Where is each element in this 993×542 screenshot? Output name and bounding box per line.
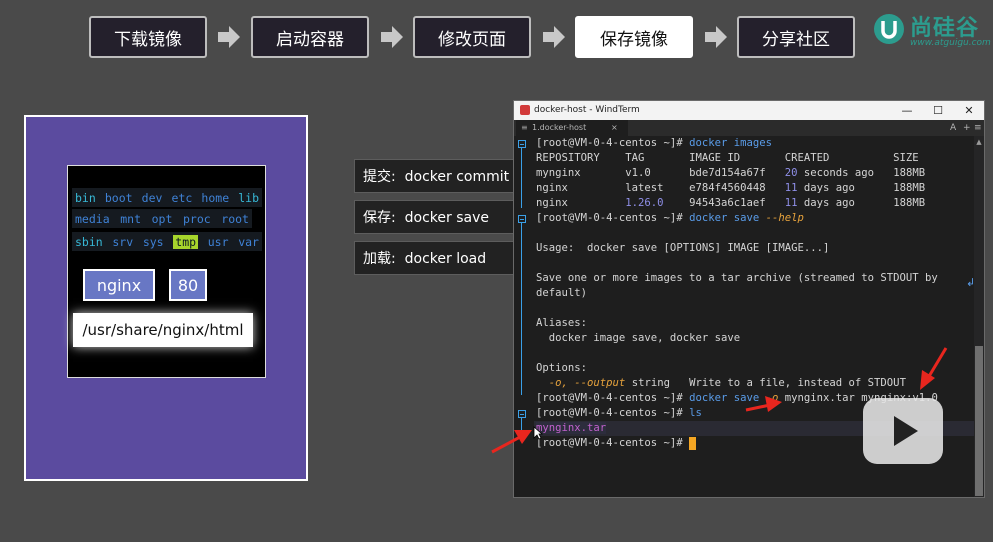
video-play-button[interactable] xyxy=(863,398,943,464)
window-title: docker-host - WindTerm xyxy=(534,105,640,115)
cmd-commit-label: 提交: docker commit xyxy=(354,159,514,193)
dir-label: proc xyxy=(182,211,211,226)
dir-label: mnt xyxy=(120,211,141,226)
step-start-container: 启动容器 xyxy=(251,16,369,58)
dir-row-1: bin boot dev etc home lib xyxy=(72,188,262,207)
tar-file-name[interactable]: mynginx.tar xyxy=(536,422,607,434)
new-tab-icon[interactable]: + xyxy=(963,120,971,136)
tab-label: 1.docker-host xyxy=(532,123,587,132)
logo-url: www.atguigu.com xyxy=(910,38,991,48)
arrow-right-icon xyxy=(705,26,727,48)
tab-menu-right-icon[interactable]: ≡ xyxy=(974,120,982,136)
arrow-right-icon xyxy=(543,26,565,48)
dir-label: var xyxy=(238,234,259,249)
logo-u-icon xyxy=(874,14,904,44)
dir-label: sbin xyxy=(75,234,103,249)
step-download-image: 下载镜像 xyxy=(89,16,207,58)
scrollbar-thumb[interactable] xyxy=(975,346,983,496)
dir-label: dev xyxy=(141,190,163,205)
window-titlebar: docker-host - WindTerm — ☐ ✕ xyxy=(514,101,984,120)
maximize-button[interactable]: ☐ xyxy=(923,102,953,119)
dir-label: media xyxy=(75,211,110,226)
dir-row-2: media mnt opt proc root xyxy=(72,209,252,228)
step-modify-page: 修改页面 xyxy=(413,16,531,58)
fold-collapse-icon[interactable] xyxy=(518,215,526,223)
dir-label: opt xyxy=(151,211,173,226)
dir-label: srv xyxy=(112,234,134,249)
step-save-image: 保存镜像 xyxy=(575,16,693,58)
arrow-right-icon xyxy=(381,26,403,48)
font-size-icon[interactable]: A xyxy=(950,120,956,136)
mouse-cursor-icon xyxy=(533,426,543,440)
dir-label: sys xyxy=(142,234,164,249)
nginx-label-box: nginx xyxy=(83,269,155,301)
dir-label: root xyxy=(221,211,249,226)
dir-row-3: sbin srv sys tmp usr var xyxy=(72,232,262,251)
cmd-load-label: 加载: docker load xyxy=(354,241,514,275)
fold-collapse-icon[interactable] xyxy=(518,410,526,418)
tab-close-icon[interactable]: × xyxy=(611,120,618,136)
tab-docker-host[interactable]: ≡ 1.docker-host × xyxy=(516,120,628,136)
dir-label: lib xyxy=(238,190,259,205)
cmd-save-label: 保存: docker save xyxy=(354,200,514,234)
tab-bar: ≡ 1.docker-host × A + ≡ xyxy=(514,120,984,136)
fold-collapse-icon[interactable] xyxy=(518,140,526,148)
dir-label: bin xyxy=(75,190,96,205)
terminal-cursor xyxy=(689,436,697,450)
play-icon xyxy=(894,416,918,446)
dir-label: etc xyxy=(171,190,193,205)
dir-label: boot xyxy=(104,190,133,205)
tab-menu-icon: ≡ xyxy=(521,123,528,132)
dir-label-highlighted: tmp xyxy=(173,234,199,249)
scroll-up-icon[interactable]: ▲ xyxy=(974,138,984,146)
dir-label: home xyxy=(201,190,230,205)
arrow-right-icon xyxy=(218,26,240,48)
fold-gutter xyxy=(514,136,534,497)
step-share-community: 分享社区 xyxy=(737,16,855,58)
minimize-button[interactable]: — xyxy=(892,102,922,119)
atguigu-logo: 尚硅谷 www.atguigu.com xyxy=(872,8,991,52)
close-button[interactable]: ✕ xyxy=(954,102,984,119)
html-path-box: /usr/share/nginx/html xyxy=(73,313,253,347)
terminal-scrollbar[interactable]: ▲ xyxy=(974,136,984,497)
dir-label: usr xyxy=(207,234,229,249)
port-label-box: 80 xyxy=(169,269,207,301)
windterm-app-icon xyxy=(520,105,530,115)
